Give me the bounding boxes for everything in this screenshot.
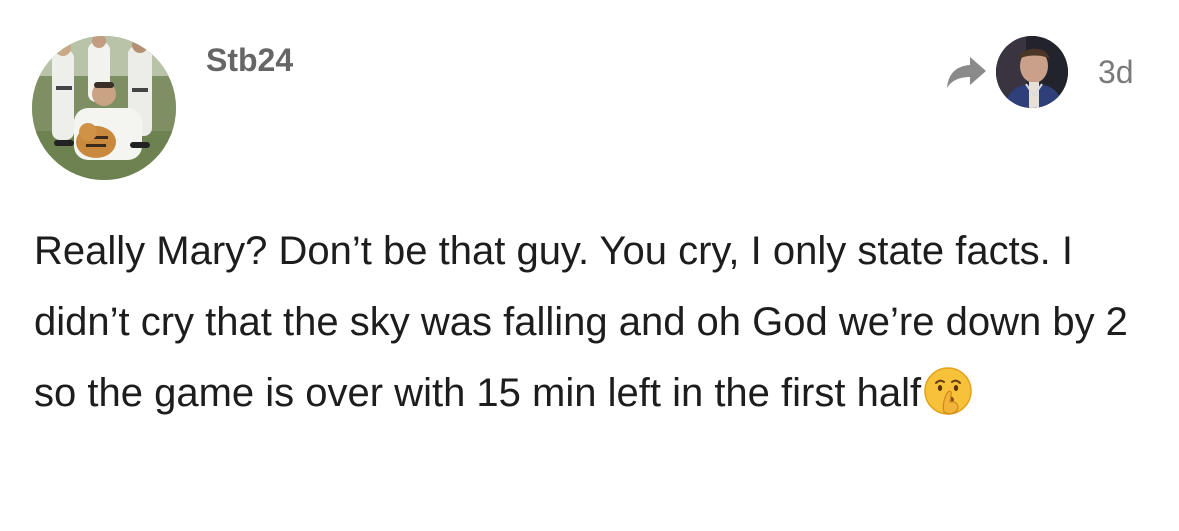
avatar-photo (32, 36, 176, 180)
reply-arrow-icon[interactable] (944, 55, 988, 91)
user-avatar[interactable] (32, 36, 176, 180)
username[interactable]: Stb24 (206, 42, 293, 79)
reply-avatar-photo (996, 36, 1068, 108)
reply-to-avatar[interactable] (996, 36, 1068, 108)
shushing-face-emoji (923, 366, 973, 416)
post: Stb24 3d Really Mary? Don’t be that guy.… (0, 0, 1179, 531)
post-timestamp: 3d (1098, 54, 1134, 90)
post-body: Really Mary? Don’t be that guy. You cry,… (34, 216, 1154, 429)
